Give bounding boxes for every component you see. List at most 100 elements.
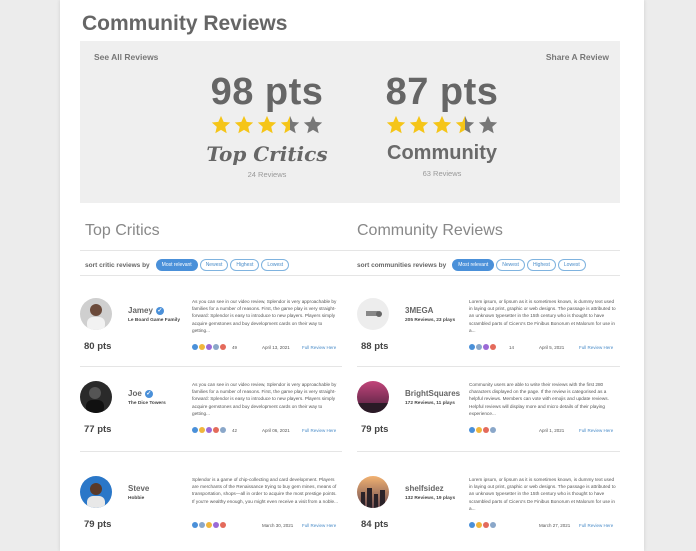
community-score: 87 pts Community 63 Reviews (362, 71, 522, 178)
reviewer-affiliation: Le Board Game Family (128, 318, 180, 323)
like-icon[interactable] (192, 344, 198, 350)
star-icon (257, 115, 277, 134)
full-review-link[interactable]: Full Review Here (302, 345, 336, 350)
love-icon[interactable] (213, 427, 219, 433)
critics-sort-newest[interactable]: Newest (199, 259, 229, 271)
laugh-icon[interactable] (199, 427, 205, 433)
reviewer-name[interactable]: Jamey ✓ (128, 306, 164, 315)
reviewer-name[interactable]: Steve (128, 484, 149, 493)
critic-review-card: Joe ✓ The Dice Towers 77 pts As you can s… (80, 381, 340, 461)
review-text: Lorem ipsum, or lipsum as it is sometime… (469, 299, 616, 333)
love-icon[interactable] (220, 344, 226, 350)
star-icon (432, 115, 452, 134)
reviewer-name[interactable]: 3MEGA (405, 306, 433, 315)
review-date: March 27, 2021 (539, 523, 571, 528)
star-icon (478, 115, 498, 134)
critics-review-count: 24 Reviews (247, 170, 287, 179)
community-sort-highest[interactable]: Highest (526, 259, 556, 271)
sad-icon[interactable] (199, 522, 205, 528)
community-review-count: 63 Reviews (422, 169, 462, 178)
community-column-title: Community Reviews (357, 222, 503, 239)
community-sort-newest[interactable]: Newest (496, 259, 525, 271)
reviewer-name[interactable]: BrightSquares (405, 389, 460, 398)
critics-sort-most-relevant[interactable]: Most relevant (155, 259, 198, 271)
laugh-icon[interactable] (199, 344, 205, 350)
community-sort-label: sort communities reviews by (357, 261, 447, 269)
sad-icon[interactable] (476, 344, 482, 350)
full-review-link[interactable]: Full Review Here (579, 428, 613, 433)
review-text: Lorem ipsum, or lipsum as it is sometime… (469, 477, 616, 511)
reviews-panel: Community Reviews See All Reviews Share … (60, 0, 644, 551)
sad-icon[interactable] (220, 427, 226, 433)
laugh-icon[interactable] (476, 427, 482, 433)
divider (80, 366, 342, 367)
reviewer-affiliation: The Dice Towers (128, 401, 166, 406)
review-score: 84 pts (361, 519, 389, 530)
sad-icon[interactable] (213, 344, 219, 350)
avatar (80, 476, 112, 508)
love-icon[interactable] (483, 427, 489, 433)
wow-icon[interactable] (206, 344, 212, 350)
avatar (357, 298, 389, 330)
reaction-icons[interactable] (192, 344, 226, 350)
reaction-icons[interactable] (469, 522, 496, 528)
like-icon[interactable] (469, 522, 475, 528)
community-sort-most-relevant[interactable]: Most relevant (452, 259, 495, 271)
critics-stars (187, 114, 347, 136)
critics-score: 98 pts Top Critics 24 Reviews (187, 71, 347, 179)
wow-icon[interactable] (206, 427, 212, 433)
like-icon[interactable] (192, 522, 198, 528)
reaction-icons[interactable] (469, 427, 496, 433)
community-sort-lowest[interactable]: Lowest (557, 259, 586, 271)
full-review-link[interactable]: Full Review Here (579, 523, 613, 528)
review-text: As you can see in our video review, Sple… (192, 299, 337, 333)
reviewer-stats: 205 Reviews, 23 plays (405, 318, 456, 323)
reviewer-name[interactable]: shelfsidez (405, 484, 444, 493)
critics-sort-lowest[interactable]: Lowest (261, 259, 290, 271)
full-review-link[interactable]: Full Review Here (579, 345, 613, 350)
review-date: April 5, 2021 (539, 345, 565, 350)
laugh-icon[interactable] (476, 522, 482, 528)
love-icon[interactable] (490, 344, 496, 350)
star-icon (409, 115, 429, 134)
critic-review-card: Steve Hobbie 79 pts Splendor is a game o… (80, 476, 340, 551)
reaction-count: 14 (509, 345, 515, 350)
community-review-card: BrightSquares 172 Reviews, 11 plays 79 p… (357, 381, 617, 461)
reaction-count: 42 (232, 428, 238, 433)
love-icon[interactable] (483, 522, 489, 528)
wow-icon[interactable] (213, 522, 219, 528)
star-icon (234, 115, 254, 134)
avatar (357, 476, 389, 508)
reaction-icons[interactable] (192, 427, 226, 433)
review-score: 79 pts (84, 519, 112, 530)
like-icon[interactable] (192, 427, 198, 433)
critics-score-value: 98 pts (210, 71, 324, 113)
full-review-link[interactable]: Full Review Here (302, 523, 336, 528)
avatar (80, 298, 112, 330)
review-date: April 13, 2021 (262, 345, 290, 350)
full-review-link[interactable]: Full Review Here (302, 428, 336, 433)
sad-icon[interactable] (490, 522, 496, 528)
critics-score-label: Top Critics (206, 142, 328, 166)
community-sort-bar: sort communities reviews by Most relevan… (357, 259, 586, 271)
wow-icon[interactable] (483, 344, 489, 350)
see-all-reviews-link[interactable]: See All Reviews (94, 52, 158, 62)
love-icon[interactable] (220, 522, 226, 528)
reaction-count: 49 (232, 345, 238, 350)
review-score: 77 pts (84, 424, 112, 435)
reviewer-name[interactable]: Joe ✓ (128, 389, 153, 398)
critics-sort-highest[interactable]: Highest (230, 259, 260, 271)
like-icon[interactable] (469, 344, 475, 350)
section-title: Community Reviews (82, 12, 288, 35)
reviewer-affiliation: Hobbie (128, 496, 145, 501)
reaction-icons[interactable] (192, 522, 226, 528)
community-stars (362, 114, 522, 136)
reaction-icons[interactable] (469, 344, 496, 350)
avatar (357, 381, 389, 413)
verified-icon: ✓ (155, 306, 164, 315)
laugh-icon[interactable] (206, 522, 212, 528)
star-icon (303, 115, 323, 134)
like-icon[interactable] (469, 427, 475, 433)
sad-icon[interactable] (490, 427, 496, 433)
share-review-link[interactable]: Share A Review (546, 52, 609, 62)
